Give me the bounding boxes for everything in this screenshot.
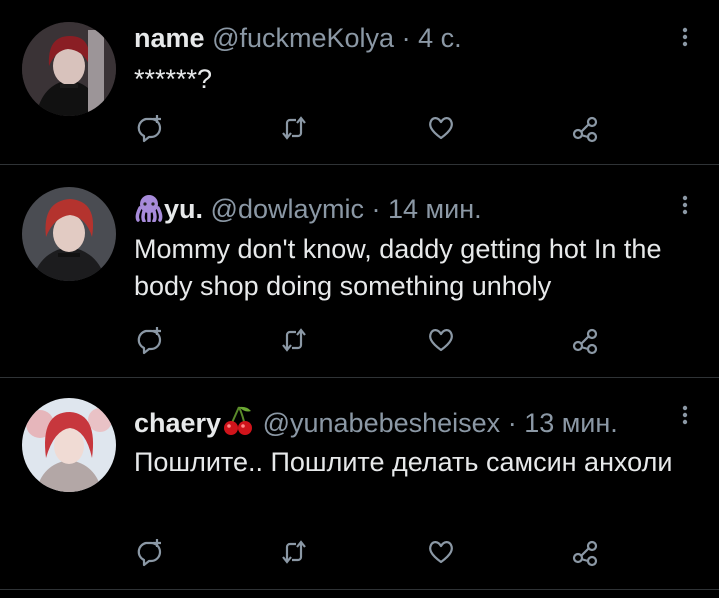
- retweet-button[interactable]: [279, 113, 309, 143]
- avatar[interactable]: [22, 187, 116, 281]
- reply-icon: [137, 327, 162, 355]
- reply-button[interactable]: [134, 537, 164, 567]
- avatar[interactable]: [22, 22, 116, 116]
- handle[interactable]: @dowlaymic: [211, 194, 364, 224]
- heart-icon: [429, 541, 453, 564]
- reply-button[interactable]: [134, 325, 164, 355]
- heart-icon: [429, 117, 453, 140]
- timestamp[interactable]: 14 мин.: [388, 194, 482, 224]
- tweet[interactable]: chaery @yunabebesheisex · 13 мин. Пошлит…: [0, 378, 719, 590]
- tweet-text: ******?: [134, 64, 213, 94]
- display-name[interactable]: yu.: [164, 194, 203, 224]
- reply-icon: [137, 539, 162, 567]
- tweet-actions: [134, 537, 614, 567]
- tweet-header: name @fuckmeKolya · 4 с.: [134, 22, 462, 54]
- separator: ·: [371, 194, 381, 224]
- reply-button[interactable]: [134, 113, 164, 143]
- share-icon: [572, 116, 598, 143]
- heart-icon: [429, 329, 453, 352]
- share-icon: [572, 328, 598, 355]
- like-button[interactable]: [426, 113, 456, 143]
- handle[interactable]: @fuckmeKolya: [212, 23, 394, 53]
- share-button[interactable]: [570, 113, 600, 143]
- tweet[interactable]: yu. @dowlaymic · 14 мин. Mommy don't kno…: [0, 165, 719, 378]
- display-name[interactable]: chaery: [134, 408, 221, 438]
- share-button[interactable]: [570, 325, 600, 355]
- timestamp[interactable]: 13 мин.: [524, 408, 618, 438]
- retweet-button[interactable]: [279, 537, 309, 567]
- handle[interactable]: @yunabebesheisex: [263, 408, 501, 438]
- cherries-icon: [224, 406, 253, 435]
- avatar[interactable]: [22, 398, 116, 492]
- share-icon: [572, 540, 598, 567]
- octopus-icon: [135, 195, 163, 222]
- retweet-icon: [282, 328, 306, 352]
- like-button[interactable]: [426, 537, 456, 567]
- reply-icon: [137, 115, 162, 143]
- tweet-actions: [134, 325, 614, 355]
- tweet-text: Mommy don't know, daddy getting hot In t…: [134, 234, 662, 301]
- tweet-actions: [134, 113, 614, 143]
- separator: ·: [507, 408, 517, 438]
- tweet[interactable]: name @fuckmeKolya · 4 с. ******?: [0, 0, 719, 165]
- more-icon[interactable]: [676, 192, 694, 222]
- timestamp[interactable]: 4 с.: [418, 23, 462, 53]
- display-name[interactable]: name: [134, 23, 205, 53]
- tweet-text: Пошлите.. Пошлите делать самсин анхоли: [134, 447, 673, 477]
- tweet-header: yu. @dowlaymic · 14 мин.: [134, 193, 482, 225]
- retweet-icon: [282, 540, 306, 564]
- share-button[interactable]: [570, 537, 600, 567]
- more-icon[interactable]: [676, 402, 694, 432]
- more-icon[interactable]: [676, 24, 694, 54]
- retweet-button[interactable]: [279, 325, 309, 355]
- tweet-header: chaery @yunabebesheisex · 13 мин.: [134, 404, 618, 439]
- separator: ·: [401, 23, 411, 53]
- like-button[interactable]: [426, 325, 456, 355]
- retweet-icon: [282, 116, 306, 140]
